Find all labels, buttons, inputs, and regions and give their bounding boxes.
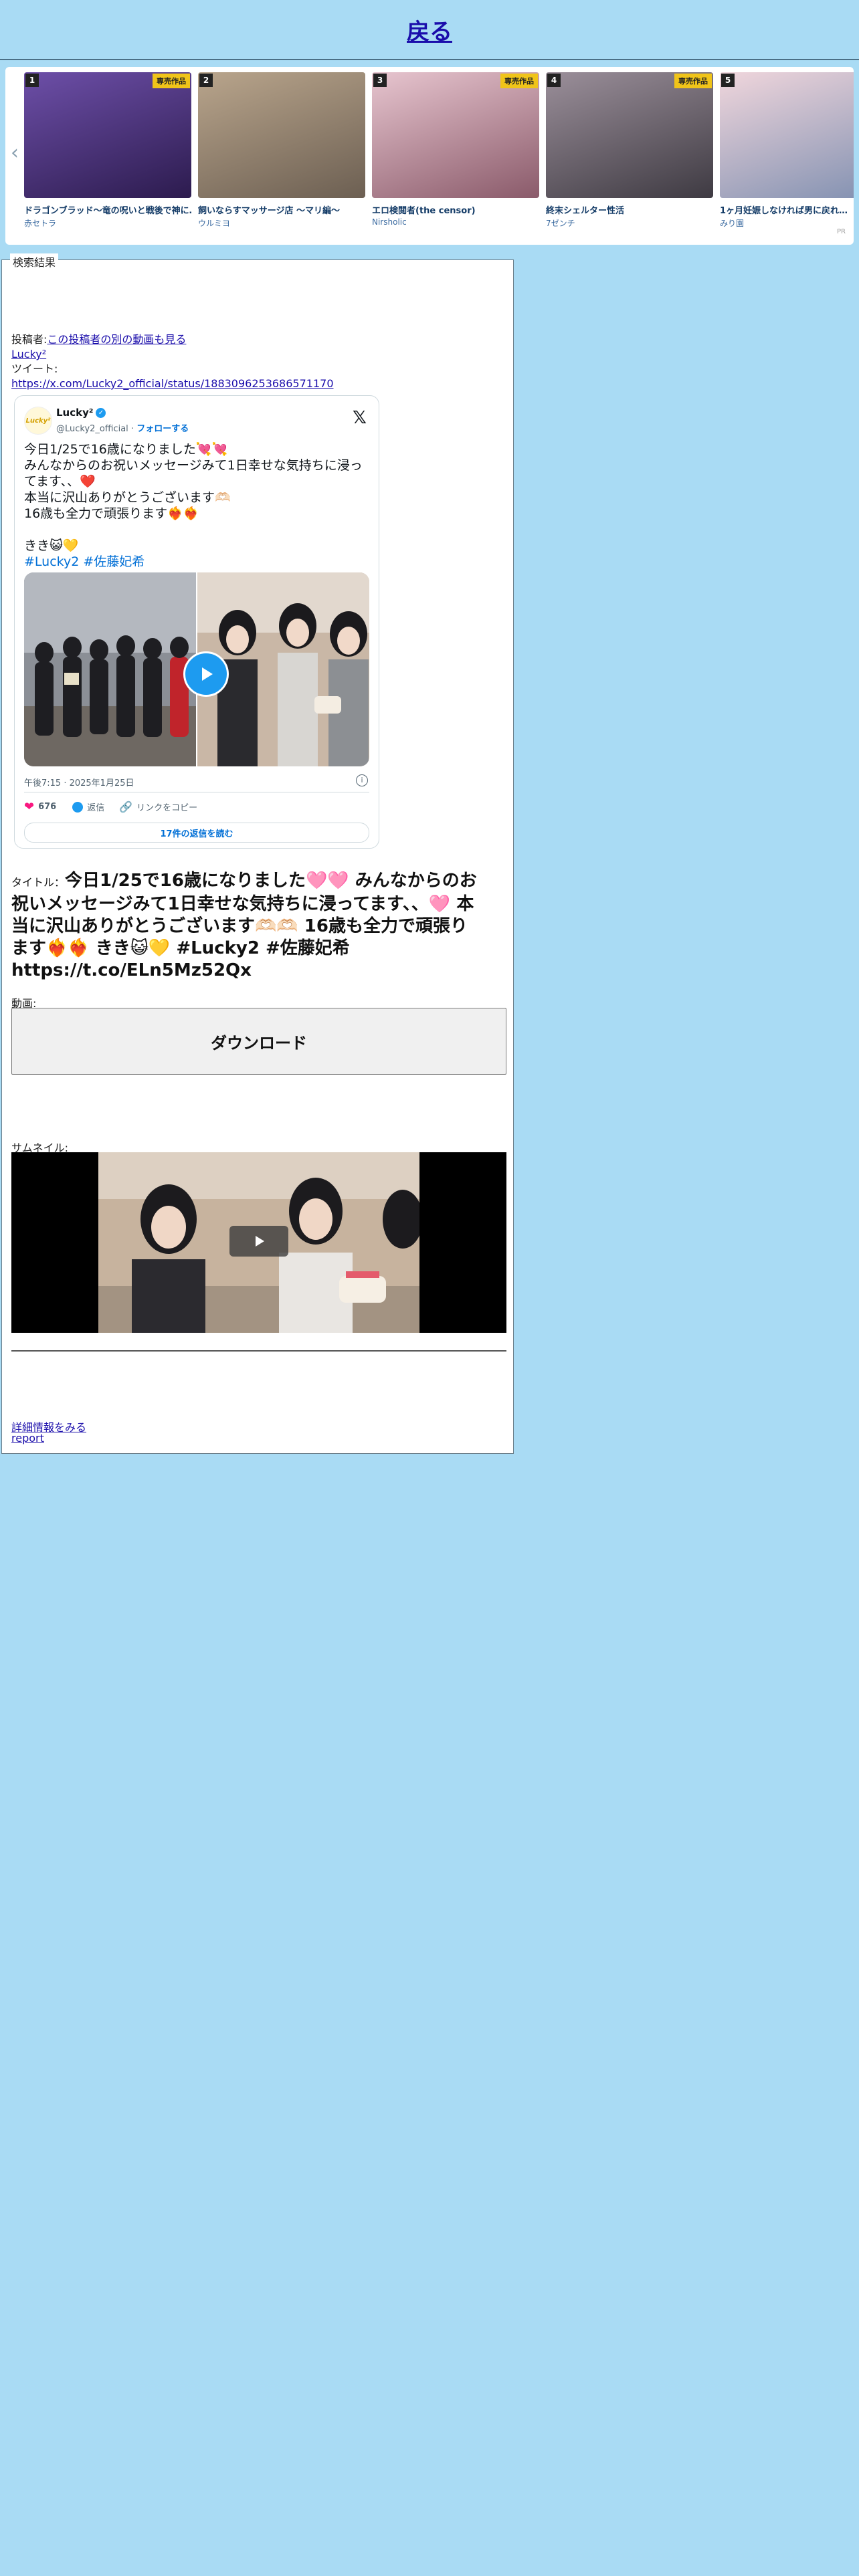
ranking-card-author[interactable]: 赤セトラ xyxy=(24,217,191,229)
play-icon[interactable] xyxy=(229,1226,288,1257)
rank-badge: 2 xyxy=(199,74,213,87)
tweet-line: きき😺💛 xyxy=(24,538,79,553)
post-meta: 投稿者:この投稿者の別の動画も見る Lucky² ツイート: https://x… xyxy=(11,332,334,391)
tweet-line xyxy=(24,522,369,538)
ranking-card-thumbnail[interactable]: 5 xyxy=(720,72,854,198)
chevron-left-icon[interactable]: ‹ xyxy=(7,140,23,165)
exclusive-badge: 専売作品 xyxy=(153,74,190,88)
search-result-panel: 検索結果 投稿者:この投稿者の別の動画も見る Lucky² ツイート: http… xyxy=(1,253,514,1454)
title-text: 今日1/25で16歳になりました🩷🩷 みんなからのお祝いメッセージみて1日幸せな… xyxy=(11,871,477,980)
result-legend: 検索結果 xyxy=(10,253,59,270)
ranking-card[interactable]: 3 専売作品エロ検閲者(the censor) Nirsholic xyxy=(372,72,539,229)
poster-other-videos-link[interactable]: この投稿者の別の動画も見る xyxy=(47,333,186,346)
ranking-card-author[interactable]: Nirsholic xyxy=(372,217,539,227)
poster-label: 投稿者: xyxy=(11,333,47,346)
tweet-line: 16歳も全力で頑張ります❤️‍🔥❤️‍🔥 xyxy=(24,506,199,521)
video-title: タイトル：今日1/25で16歳になりました🩷🩷 みんなからのお祝いメッセージみて… xyxy=(11,870,480,982)
ranking-card[interactable]: 1 専売作品ドラゴンブラッド〜竜の呪いと戦後で神に… 赤セトラ xyxy=(24,72,191,229)
heart-icon[interactable]: ❤ xyxy=(24,800,34,814)
tweet-embed: Lucky² Lucky² ✓ @Lucky2_official · フォローする… xyxy=(14,395,379,849)
link-icon[interactable]: 🔗 xyxy=(119,800,132,813)
tweet-url-link[interactable]: https://x.com/Lucky2_official/status/188… xyxy=(11,377,334,390)
tweet-label: ツイート: xyxy=(11,362,58,375)
poster-name-link[interactable]: Lucky² xyxy=(11,348,46,360)
verified-icon: ✓ xyxy=(96,408,106,418)
reply-button[interactable]: 返信 xyxy=(87,800,104,813)
ranking-card-author[interactable]: みり園 xyxy=(720,217,854,229)
back-link[interactable]: 戻る xyxy=(407,13,452,46)
ranking-card-title[interactable]: 1ヶ月妊娠しなければ男に戻れ… xyxy=(720,203,854,216)
rank-badge: 3 xyxy=(373,74,387,87)
follow-button[interactable]: フォローする xyxy=(136,424,189,434)
carousel-track: 1 専売作品ドラゴンブラッド〜竜の呪いと戦後で神に… 赤セトラ 2 飼いならすマッサージ… xyxy=(24,72,854,229)
tweet-header: Lucky² Lucky² ✓ @Lucky2_official · フォローする… xyxy=(24,405,369,435)
tweet-hashtags[interactable]: #Lucky2 #佐藤妃希 xyxy=(24,554,369,570)
video-thumbnail[interactable] xyxy=(11,1152,506,1333)
like-count: 676 xyxy=(38,802,57,812)
ranking-card-author[interactable]: ウルミヨ xyxy=(198,217,365,229)
ranking-card[interactable]: 2 飼いならすマッサージ店 〜マリ編〜 ウルミヨ xyxy=(198,72,365,229)
ranking-card-title[interactable]: エロ検閲者(the censor) xyxy=(372,203,539,216)
ranking-card[interactable]: 5 1ヶ月妊娠しなければ男に戻れ… みり園 xyxy=(720,72,854,229)
pr-label: PR xyxy=(837,228,846,235)
avatar[interactable]: Lucky² xyxy=(24,407,52,435)
tweet-author-name[interactable]: Lucky² ✓ xyxy=(56,407,106,419)
tweet-handle[interactable]: @Lucky2_official xyxy=(56,424,128,434)
ranking-card-title[interactable]: ドラゴンブラッド〜竜の呪いと戦後で神に… xyxy=(24,203,191,216)
tweet-text: 今日1/25で16歳になりました💘💘 みんなからのお祝いメッセージみて1日幸せな… xyxy=(24,441,369,570)
ranking-carousel: ‹ › 1専売作品ドラゴンブラッド〜竜の呪いと戦後で神に…赤セトラ2飼いならすマ… xyxy=(5,67,854,245)
read-replies-button[interactable]: 17件の返信を読む xyxy=(24,823,369,843)
header-bar: 戻る xyxy=(0,0,859,60)
ranking-card-author[interactable]: 7ゼンチ xyxy=(546,217,713,229)
ranking-card[interactable]: 4 専売作品終末シェルター性活 7ゼンチ xyxy=(546,72,713,229)
tweet-handle-row: @Lucky2_official · フォローする xyxy=(56,424,189,434)
download-button[interactable]: ダウンロード xyxy=(11,1008,506,1075)
play-icon[interactable] xyxy=(183,651,229,697)
tweet-timestamp[interactable]: 午後7:15 · 2025年1月25日 xyxy=(24,776,134,788)
title-label: タイトル： xyxy=(11,876,66,889)
rank-badge: 1 xyxy=(25,74,39,87)
tweet-line: 本当に沢山ありがとうございます🫶🏻 xyxy=(24,490,231,505)
copy-link-button[interactable]: リンクをコピー xyxy=(136,800,197,813)
info-icon[interactable]: i xyxy=(356,774,368,786)
x-logo-icon[interactable]: 𝕏 xyxy=(353,408,367,428)
ranking-card-thumbnail[interactable]: 2 xyxy=(198,72,365,198)
tweet-actions: ❤ 676 返信 🔗 リンクをコピー xyxy=(24,800,197,814)
tweet-line: みんなからのお祝いメッセージみて1日幸せな気持ちに浸ってます、、❤️ xyxy=(24,458,363,489)
ranking-card-title[interactable]: 飼いならすマッサージ店 〜マリ編〜 xyxy=(198,203,365,216)
divider xyxy=(11,1350,506,1352)
rank-badge: 4 xyxy=(547,74,561,87)
exclusive-badge: 専売作品 xyxy=(674,74,712,88)
ranking-card-title[interactable]: 終末シェルター性活 xyxy=(546,203,713,216)
ranking-card-thumbnail[interactable]: 1 専売作品 xyxy=(24,72,191,198)
ranking-card-thumbnail[interactable]: 3 専売作品 xyxy=(372,72,539,198)
tweet-media[interactable] xyxy=(24,572,369,766)
rank-badge: 5 xyxy=(721,74,735,87)
tweet-photo-group[interactable] xyxy=(24,572,196,766)
exclusive-badge: 専売作品 xyxy=(500,74,538,88)
reply-icon[interactable] xyxy=(72,801,84,813)
tweet-line: 今日1/25で16歳になりました💘💘 xyxy=(24,442,228,457)
ranking-card-thumbnail[interactable]: 4 専売作品 xyxy=(546,72,713,198)
report-link[interactable]: report xyxy=(11,1432,44,1444)
